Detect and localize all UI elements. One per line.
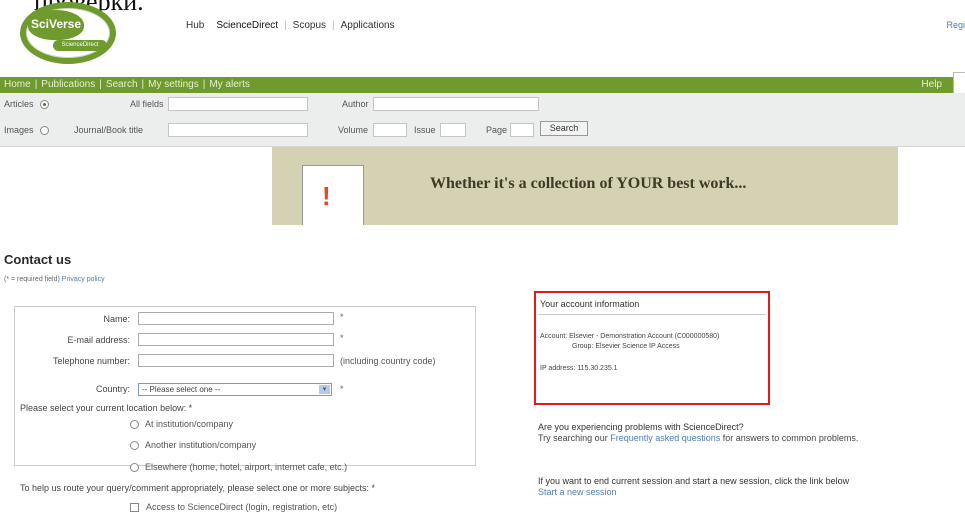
page-title: Contact us [4, 252, 72, 267]
corner-box [953, 72, 965, 94]
quick-search-bar: Articles Images All fields Journal/Book … [0, 93, 965, 147]
journal-title-label: Journal/Book title [74, 125, 144, 135]
top-nav-hub[interactable]: Hub [180, 20, 210, 31]
ip-address-line: IP address: 115.30.235.1 [540, 365, 618, 372]
privacy-policy-link[interactable]: Privacy policy [62, 276, 105, 283]
sciverse-logo[interactable]: SciVerse ScienceDirect [20, 2, 116, 64]
page-input[interactable] [510, 123, 534, 137]
author-label: Author [342, 99, 369, 109]
location-radio[interactable] [130, 420, 139, 430]
location-option-institution[interactable]: At institution/company [130, 419, 233, 430]
top-nav-applications[interactable]: Applications [335, 20, 401, 31]
scope-images-label: Images [4, 125, 34, 135]
nav-my-settings[interactable]: My settings [148, 77, 199, 93]
banner-text: Whether it's a collection of YOUR best w… [430, 175, 747, 192]
name-input[interactable] [138, 312, 334, 325]
required-note: (* = required field) Privacy policy [4, 276, 105, 283]
issue-input[interactable] [440, 123, 466, 137]
nav-help[interactable]: Help [921, 77, 942, 93]
main-nav: Home | Publications | Search | My settings |… [0, 77, 954, 93]
top-nav-scopus[interactable]: Scopus [287, 20, 332, 31]
author-input[interactable] [373, 97, 539, 111]
nav-search[interactable]: Search [106, 77, 138, 93]
top-nav-sciencedirect[interactable]: ScienceDirect [210, 20, 284, 31]
account-line: Account: Elsevier - Demonstration Accoun… [540, 333, 720, 340]
location-prompt: Please select your current location belo… [20, 403, 193, 413]
contact-form: Name: * E-mail address: * Telephone numb… [0, 290, 498, 515]
help-question: Are you experiencing problems with Scien… [538, 422, 744, 432]
all-fields-input[interactable] [168, 97, 308, 111]
new-session-link[interactable]: Start a new session [538, 487, 617, 497]
journal-title-input[interactable] [168, 123, 308, 137]
nav-my-alerts[interactable]: My alerts [209, 77, 250, 93]
logo-sub-text: ScienceDirect [53, 40, 107, 51]
phone-label: Telephone number: [52, 356, 130, 366]
country-required: * [340, 384, 344, 394]
volume-input[interactable] [373, 123, 407, 137]
volume-label: Volume [338, 125, 369, 135]
exclamation-icon: ! [322, 181, 331, 211]
document-icon [302, 165, 364, 225]
phone-input[interactable] [138, 354, 334, 367]
account-info-box: Your account information Account: Elsevi… [534, 291, 770, 405]
country-label: Country: [95, 384, 130, 394]
top-nav: Hub ScienceDirect | Scopus | Application… [180, 20, 401, 31]
phone-note: (including country code) [340, 356, 436, 366]
name-label: Name: [103, 314, 130, 324]
group-line: Group: Elsevier Science IP Access [572, 343, 680, 350]
email-label: E-mail address: [67, 335, 130, 345]
email-input[interactable] [138, 333, 334, 346]
page-label: Page [486, 125, 508, 135]
help-faq-line: Try searching our Frequently asked quest… [538, 433, 859, 443]
account-info-heading: Your account information [538, 295, 766, 315]
location-option-elsewhere[interactable]: Elsewhere (home, hotel, airport, interne… [130, 462, 347, 473]
subject-checkbox[interactable] [130, 503, 139, 512]
location-option-another[interactable]: Another institution/company [130, 440, 256, 451]
subject-option-access: Access to ScienceDirect (login, registra… [146, 502, 338, 512]
logo-main-text: SciVerse [28, 10, 84, 40]
email-required: * [340, 333, 344, 343]
subject-prompt: To help us route your query/comment appr… [20, 483, 376, 493]
nav-publications[interactable]: Publications [41, 77, 95, 93]
search-button[interactable]: Search [540, 121, 588, 136]
name-required: * [340, 312, 344, 322]
chevron-down-icon: ▾ [319, 385, 330, 394]
scope-images-radio[interactable] [40, 126, 49, 135]
register-link[interactable]: Regi [946, 20, 965, 30]
issue-label: Issue [414, 125, 436, 135]
faq-link[interactable]: Frequently asked questions [610, 433, 720, 443]
promo-banner[interactable]: ! Whether it's a collection of YOUR best… [272, 147, 898, 225]
scope-articles-radio[interactable] [40, 100, 49, 109]
nav-home[interactable]: Home [4, 77, 31, 93]
location-radio[interactable] [130, 441, 139, 451]
location-radio[interactable] [130, 463, 139, 473]
country-select[interactable]: -- Please select one -- ▾ [138, 383, 332, 396]
scope-articles-label: Articles [4, 99, 34, 109]
session-text: If you want to end current session and s… [538, 476, 850, 486]
all-fields-label: All fields [130, 99, 164, 109]
